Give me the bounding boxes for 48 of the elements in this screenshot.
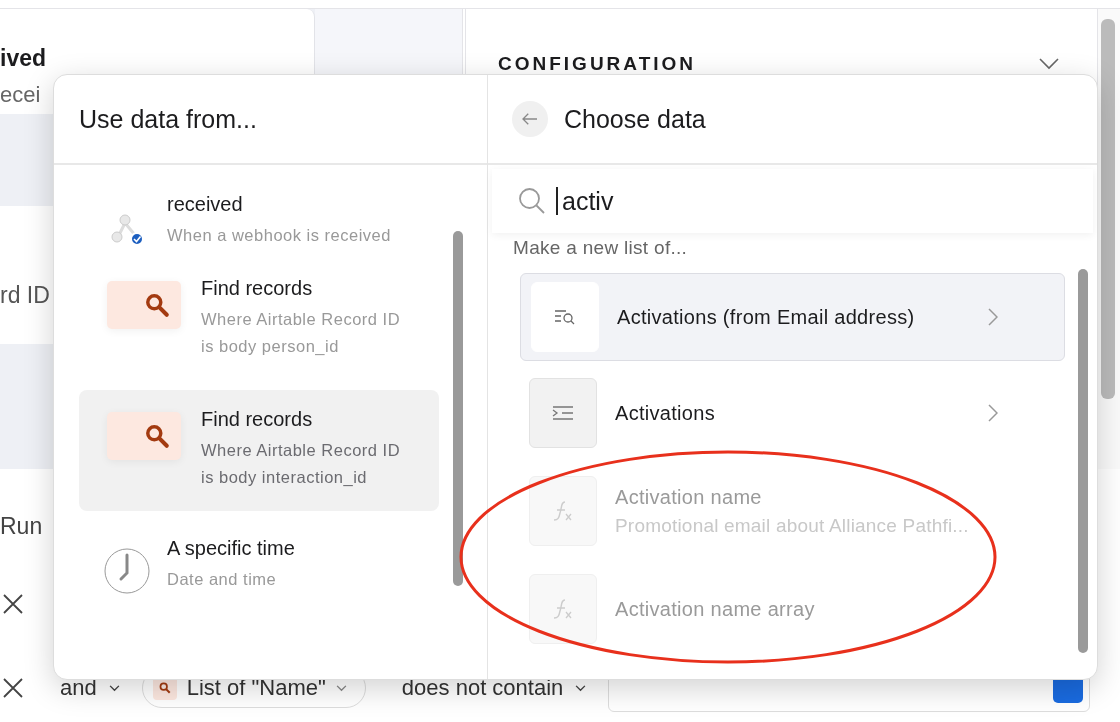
close-icon[interactable] [2,677,24,699]
card-title: ived [0,45,48,72]
chevron-icon[interactable] [1039,58,1059,70]
search-icon [518,187,546,215]
joiner-dropdown[interactable]: and [60,675,120,701]
section-label: Make a new list of... [512,236,689,259]
card-subtitle: ecei [0,82,42,108]
source-item[interactable]: received When a webhook is received [79,185,439,263]
source-description: Where Airtable Record ID is body person_id [201,309,402,357]
data-item-title: Activation name [615,485,763,509]
source-description: Where Airtable Record ID is body interaction_id [201,440,402,488]
source-item[interactable]: Find records Where Airtable Record ID is body interaction_id [79,390,439,511]
source-title: received [167,193,244,216]
caret-icon [108,684,120,692]
scrollbar[interactable] [1098,9,1120,469]
scrollbar[interactable] [1078,269,1088,653]
source-item[interactable]: A specific time Date and time [79,529,439,607]
section-label: Run [0,513,43,540]
source-description: When a webhook is received [167,225,392,246]
field-label: rd ID [0,281,50,309]
clock-icon [103,547,151,595]
data-item[interactable]: Activations (from Email address) [520,273,1065,361]
back-button[interactable] [512,101,548,137]
source-title: Find records [201,277,314,300]
source-title: A specific time [167,537,296,560]
list-icon [552,405,574,421]
search-field[interactable]: activ [492,169,1093,233]
source-title: Find records [201,408,314,431]
source-item[interactable]: Find records Where Airtable Record ID is body person_id [79,269,439,372]
chevron-right-icon [988,404,998,422]
chevron-right-icon [988,308,998,326]
data-item[interactable]: Activations [520,377,1065,449]
data-item-title: Activation name array [615,597,816,621]
section-heading: CONFIGURATION [498,53,697,75]
search-icon [107,412,181,460]
data-item-title: Activations [615,401,716,425]
caret-icon [335,684,347,692]
popover-title: Choose data [564,104,706,134]
data-item-title: Activations (from Email address) [617,305,916,329]
scrollbar[interactable] [453,231,463,586]
source-description: Date and time [167,569,278,590]
caret-icon [575,684,587,692]
search-icon [107,281,181,329]
popover-title: Use data from... [79,104,257,134]
list-search-icon [554,309,576,325]
back-arrow-icon [521,112,539,126]
operator-dropdown[interactable]: does not contain [401,675,587,701]
close-icon[interactable] [2,593,24,615]
